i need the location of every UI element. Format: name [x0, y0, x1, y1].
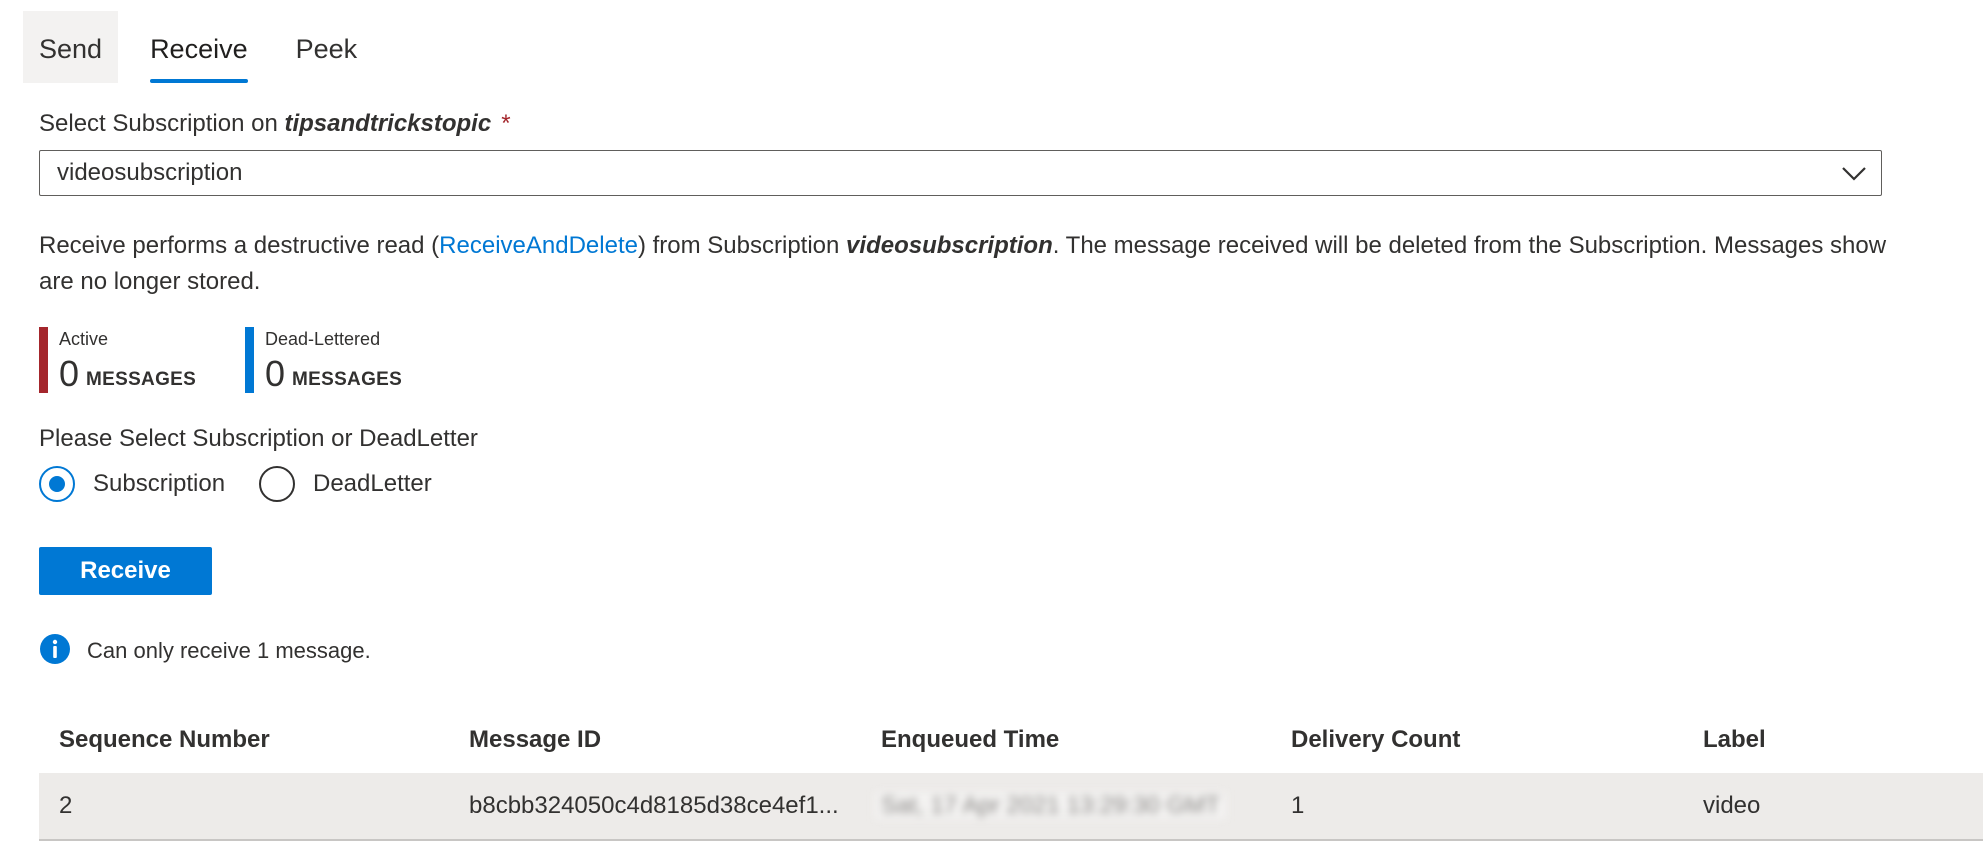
- label-prefix: Select Subscription on: [39, 110, 285, 137]
- messages-table: Sequence Number Message ID Enqueued Time…: [39, 707, 1983, 841]
- radio-circle[interactable]: [39, 466, 75, 502]
- subscription-select-label: Select Subscription on tipsandtrickstopi…: [39, 110, 511, 138]
- column-header-sequence-number[interactable]: Sequence Number: [59, 707, 270, 773]
- info-text: Can only receive 1 message.: [87, 638, 371, 663]
- column-header-delivery-count[interactable]: Delivery Count: [1291, 707, 1460, 773]
- tab-peek[interactable]: Peek: [280, 11, 374, 83]
- radio-circle[interactable]: [259, 466, 295, 502]
- receive-button[interactable]: Receive: [39, 547, 212, 595]
- dead-lettered-indicator-bar: [245, 327, 254, 393]
- description-line-2: are no longer stored.: [39, 268, 261, 295]
- counter-title: Dead-Lettered: [265, 329, 381, 349]
- table-row[interactable]: 2 b8cbb324050c4d8185d38ce4ef1... Sat, 17…: [39, 773, 1983, 841]
- cell-enqueued-time: Sat, 17 Apr 2021 13:29:30 GMT: [875, 773, 1226, 839]
- table-header: Sequence Number Message ID Enqueued Time…: [39, 707, 1983, 773]
- cell-label: video: [1703, 792, 1761, 819]
- counter-title: Active: [59, 329, 109, 349]
- counter-value: 0: [59, 353, 80, 394]
- column-header-label[interactable]: Label: [1703, 707, 1766, 773]
- chevron-down-icon: [1842, 167, 1866, 181]
- radio-group-label: Please Select Subscription or DeadLetter: [39, 425, 478, 452]
- info-icon: [40, 634, 70, 664]
- cell-message-id: b8cbb324050c4d8185d38ce4ef1...: [469, 792, 839, 819]
- tab-send[interactable]: Send: [23, 11, 119, 83]
- receive-and-delete-link[interactable]: ReceiveAndDelete: [439, 232, 638, 259]
- subscription-dropdown-value: videosubscription: [57, 159, 243, 186]
- topic-name: tipsandtrickstopic: [284, 110, 492, 137]
- tab-receive[interactable]: Receive: [134, 11, 264, 83]
- radio-label-deadletter: DeadLetter: [313, 470, 432, 497]
- description-text: . The message received will be deleted f…: [1052, 232, 1887, 259]
- description-line-1: Receive performs a destructive read (Rec…: [39, 228, 1983, 264]
- counter-value: 0: [265, 353, 286, 394]
- description-text: Receive performs a destructive read (: [39, 232, 440, 259]
- description-subscription-name: videosubscription: [846, 232, 1053, 259]
- counter-unit: MESSAGES: [292, 369, 403, 390]
- subscription-dropdown[interactable]: videosubscription: [39, 150, 1882, 196]
- active-indicator-bar: [39, 327, 48, 393]
- cell-sequence-number: 2: [59, 792, 73, 819]
- enqueued-time-value: Sat, 17 Apr 2021 13:29:30 GMT: [875, 792, 1226, 819]
- receive-panel: Send Receive Peek Select Subscription on…: [0, 0, 1983, 860]
- tab-bar: Send Receive Peek: [23, 11, 373, 83]
- column-header-message-id[interactable]: Message ID: [469, 707, 601, 773]
- receive-description: Receive performs a destructive read (Rec…: [39, 228, 1983, 300]
- description-text: ) from Subscription: [637, 232, 847, 259]
- radio-label-subscription: Subscription: [93, 470, 226, 497]
- cell-delivery-count: 1: [1291, 792, 1305, 819]
- required-marker: *: [501, 110, 511, 137]
- column-header-enqueued-time[interactable]: Enqueued Time: [881, 707, 1059, 773]
- counter-unit: MESSAGES: [86, 369, 197, 390]
